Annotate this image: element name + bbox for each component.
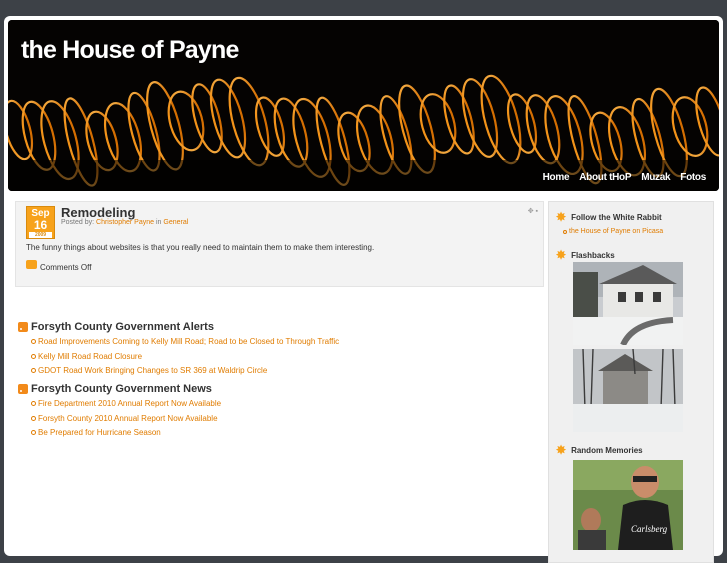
star-icon: ✸: [556, 210, 567, 224]
feed-item[interactable]: Kelly Mill Road Road Closure: [30, 352, 339, 367]
comments-status: Comments Off: [40, 263, 92, 272]
author-link[interactable]: Christopher Payne: [96, 219, 154, 226]
star-icon: ✸: [556, 443, 567, 457]
main-nav: Home About tHoP Muzak Fotos: [538, 172, 711, 183]
move-icon[interactable]: ✥: [528, 208, 534, 215]
comment-icon: [26, 260, 37, 269]
feed-news: Forsyth County Government News Fire Depa…: [18, 383, 221, 443]
rss-icon[interactable]: [18, 322, 28, 332]
picasa-link[interactable]: the House of Payne on Picasa: [562, 228, 663, 235]
feed-title[interactable]: Forsyth County Government News: [31, 383, 212, 395]
meta-in: in: [155, 219, 162, 226]
feed-title[interactable]: Forsyth County Government Alerts: [31, 321, 214, 333]
meta-prefix: Posted by:: [61, 219, 95, 226]
random-memory-photo[interactable]: Carlsberg: [573, 460, 683, 550]
date-year: 2009: [29, 232, 52, 238]
category-link[interactable]: General: [163, 219, 188, 226]
post-title[interactable]: Remodeling: [61, 205, 135, 220]
nav-muzak[interactable]: Muzak: [636, 172, 675, 183]
feed-item[interactable]: Forsyth County 2010 Annual Report Now Av…: [30, 414, 221, 429]
post-remodeling: Sep 16 2009 Remodeling Posted by: Christ…: [15, 201, 544, 287]
rss-icon[interactable]: [18, 384, 28, 394]
star-icon: ✸: [556, 248, 567, 262]
svg-text:Carlsberg: Carlsberg: [631, 524, 668, 534]
flashbacks-title: Flashbacks: [571, 250, 615, 260]
date-badge: Sep 16 2009: [26, 206, 55, 239]
nav-about[interactable]: About tHoP: [574, 172, 636, 183]
follow-title: Follow the White Rabbit: [571, 212, 662, 222]
random-heading: ✸ Random Memories: [556, 443, 643, 457]
post-tools: ✥ ▪: [528, 207, 538, 215]
nav-fotos[interactable]: Fotos: [675, 172, 711, 183]
feed-item[interactable]: Road Improvements Coming to Kelly Mill R…: [30, 337, 339, 352]
feed-alerts: Forsyth County Government Alerts Road Im…: [18, 321, 339, 381]
flashback-photo-snow-yard[interactable]: [573, 349, 683, 432]
sidebar: ✸ Follow the White Rabbit the House of P…: [548, 201, 714, 563]
collapse-icon[interactable]: ▪: [536, 208, 538, 215]
nav-home[interactable]: Home: [538, 172, 575, 183]
random-title: Random Memories: [571, 445, 643, 455]
post-body: The funny things about websites is that …: [26, 243, 375, 252]
date-day: 16: [33, 218, 48, 232]
feed-item[interactable]: GDOT Road Work Bringing Changes to SR 36…: [30, 366, 339, 381]
flashbacks-heading: ✸ Flashbacks: [556, 248, 615, 262]
follow-heading: ✸ Follow the White Rabbit: [556, 210, 662, 224]
site-title[interactable]: the House of Payne: [21, 36, 239, 65]
post-meta: Posted by: Christopher Payne in General: [61, 219, 188, 226]
flashback-photo-snow-house[interactable]: [573, 262, 683, 345]
feed-item[interactable]: Be Prepared for Hurricane Season: [30, 428, 221, 443]
feed-item[interactable]: Fire Department 2010 Annual Report Now A…: [30, 399, 221, 414]
site-header: the House of Payne Home About tHoP Muzak…: [8, 20, 719, 191]
